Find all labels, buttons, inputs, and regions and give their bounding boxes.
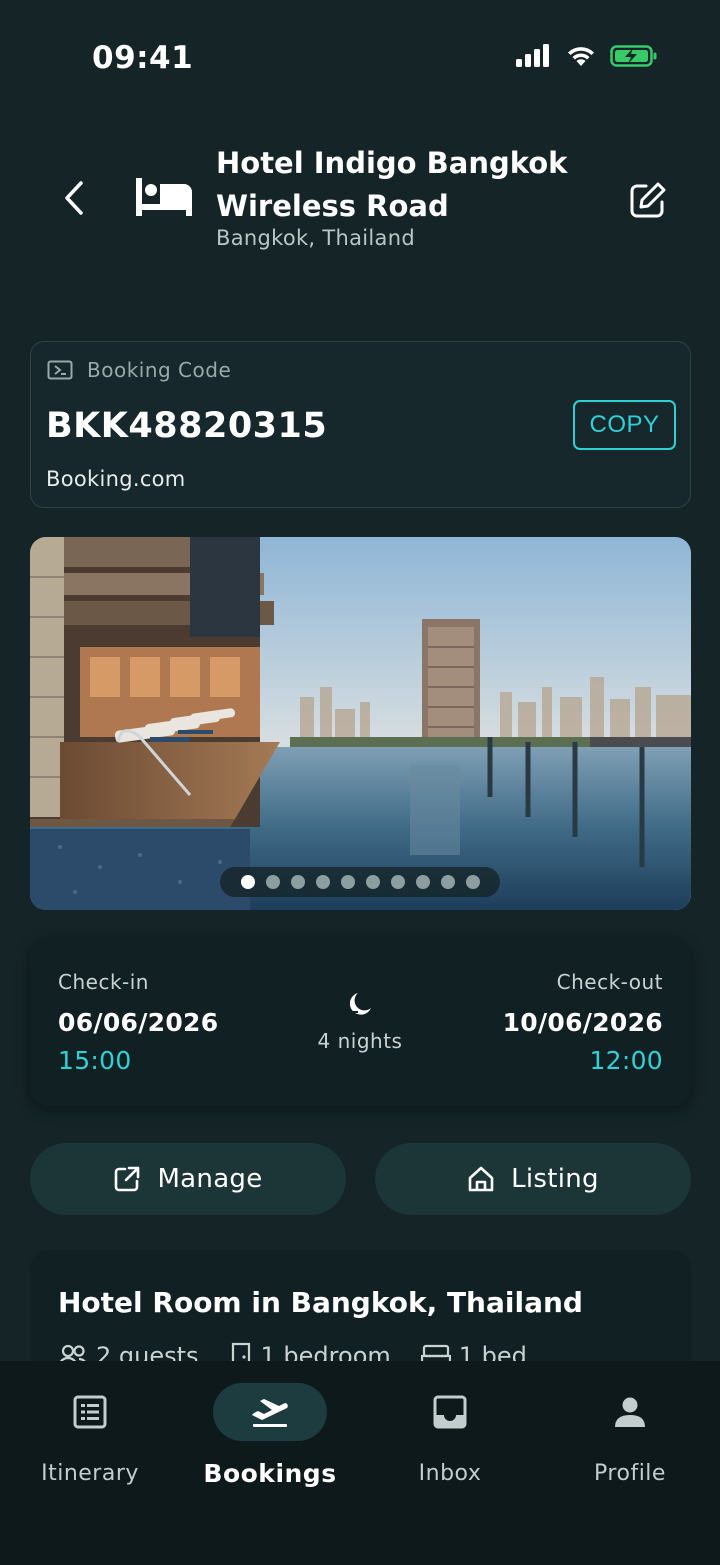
carousel-dot[interactable]	[265, 875, 280, 889]
status-time: 09:41	[92, 40, 194, 76]
nav-item-bookings[interactable]: Bookings	[180, 1383, 360, 1488]
hotel-location: Bangkok, Thailand	[216, 226, 415, 250]
chevron-left-icon	[65, 181, 83, 215]
checkin-label: Check-in	[58, 970, 149, 994]
nav-inbox-icon-wrap	[393, 1383, 507, 1441]
nav-label-itinerary: Itinerary	[41, 1461, 139, 1486]
booking-code-label-row: Booking Code	[47, 358, 231, 382]
bottom-navigation: Itinerary Bookings Inbox Profile	[0, 1361, 720, 1565]
ticket-icon	[47, 360, 73, 380]
wifi-icon	[568, 47, 594, 66]
carousel-dot[interactable]	[415, 875, 430, 889]
nav-item-profile[interactable]: Profile	[540, 1383, 720, 1486]
listing-label: Listing	[511, 1164, 599, 1194]
carousel-dot[interactable]	[465, 875, 480, 889]
battery-charging-icon	[610, 45, 657, 67]
carousel-dot[interactable]	[440, 875, 455, 889]
carousel-dot[interactable]	[290, 875, 305, 889]
nav-label-bookings: Bookings	[203, 1459, 337, 1488]
nav-label-inbox: Inbox	[418, 1461, 482, 1486]
copy-button[interactable]: COPY	[573, 400, 676, 450]
external-link-icon	[115, 1166, 140, 1192]
checkout-label: Check-out	[556, 970, 663, 994]
hotel-photo	[30, 537, 691, 910]
hotel-photo-carousel[interactable]	[30, 537, 691, 910]
edit-button[interactable]	[624, 176, 672, 224]
nav-profile-icon-wrap	[573, 1383, 687, 1441]
status-icons	[516, 44, 658, 68]
nav-item-inbox[interactable]: Inbox	[360, 1383, 540, 1486]
bed-icon	[136, 178, 194, 218]
listing-button[interactable]: Listing	[375, 1143, 691, 1215]
hotel-title: Hotel Indigo Bangkok Wireless Road	[216, 146, 568, 223]
manage-label: Manage	[157, 1164, 263, 1194]
checkout-time: 12:00	[589, 1046, 663, 1075]
checkin-time: 15:00	[58, 1046, 132, 1075]
carousel-dot[interactable]	[390, 875, 405, 889]
booking-code-card: Booking Code BKK48820315 Booking.com COP…	[30, 341, 691, 508]
stay-dates-card: Check-in 06/06/2026 15:00 4 nights Check…	[30, 938, 691, 1106]
edit-icon	[630, 182, 666, 218]
back-button[interactable]	[52, 174, 96, 222]
carousel-dot[interactable]	[365, 875, 380, 889]
nights-count: 4 nights	[317, 1029, 403, 1053]
inbox-icon	[433, 1395, 467, 1429]
carousel-dot[interactable]	[240, 875, 255, 889]
cellular-signal-icon	[516, 44, 549, 67]
checkin-date: 06/06/2026	[58, 1008, 219, 1037]
carousel-dots	[220, 867, 500, 897]
profile-icon	[615, 1397, 645, 1427]
booking-code-value: BKK48820315	[46, 406, 328, 446]
room-title: Hotel Room in Bangkok, Thailand	[58, 1286, 583, 1319]
booking-code-label: Booking Code	[87, 358, 232, 382]
nav-bookings-icon-wrap	[213, 1383, 327, 1441]
home-icon	[468, 1166, 494, 1192]
booking-source: Booking.com	[46, 467, 186, 491]
carousel-dot[interactable]	[315, 875, 330, 889]
nav-label-profile: Profile	[594, 1461, 666, 1486]
nav-item-itinerary[interactable]: Itinerary	[0, 1383, 180, 1486]
plane-icon	[252, 1399, 288, 1427]
nav-itinerary-icon-wrap	[33, 1383, 147, 1441]
moon-icon	[344, 990, 374, 1024]
manage-button[interactable]: Manage	[30, 1143, 346, 1215]
checkout-date: 10/06/2026	[502, 1008, 663, 1037]
carousel-dot[interactable]	[340, 875, 355, 889]
itinerary-icon	[73, 1395, 107, 1429]
